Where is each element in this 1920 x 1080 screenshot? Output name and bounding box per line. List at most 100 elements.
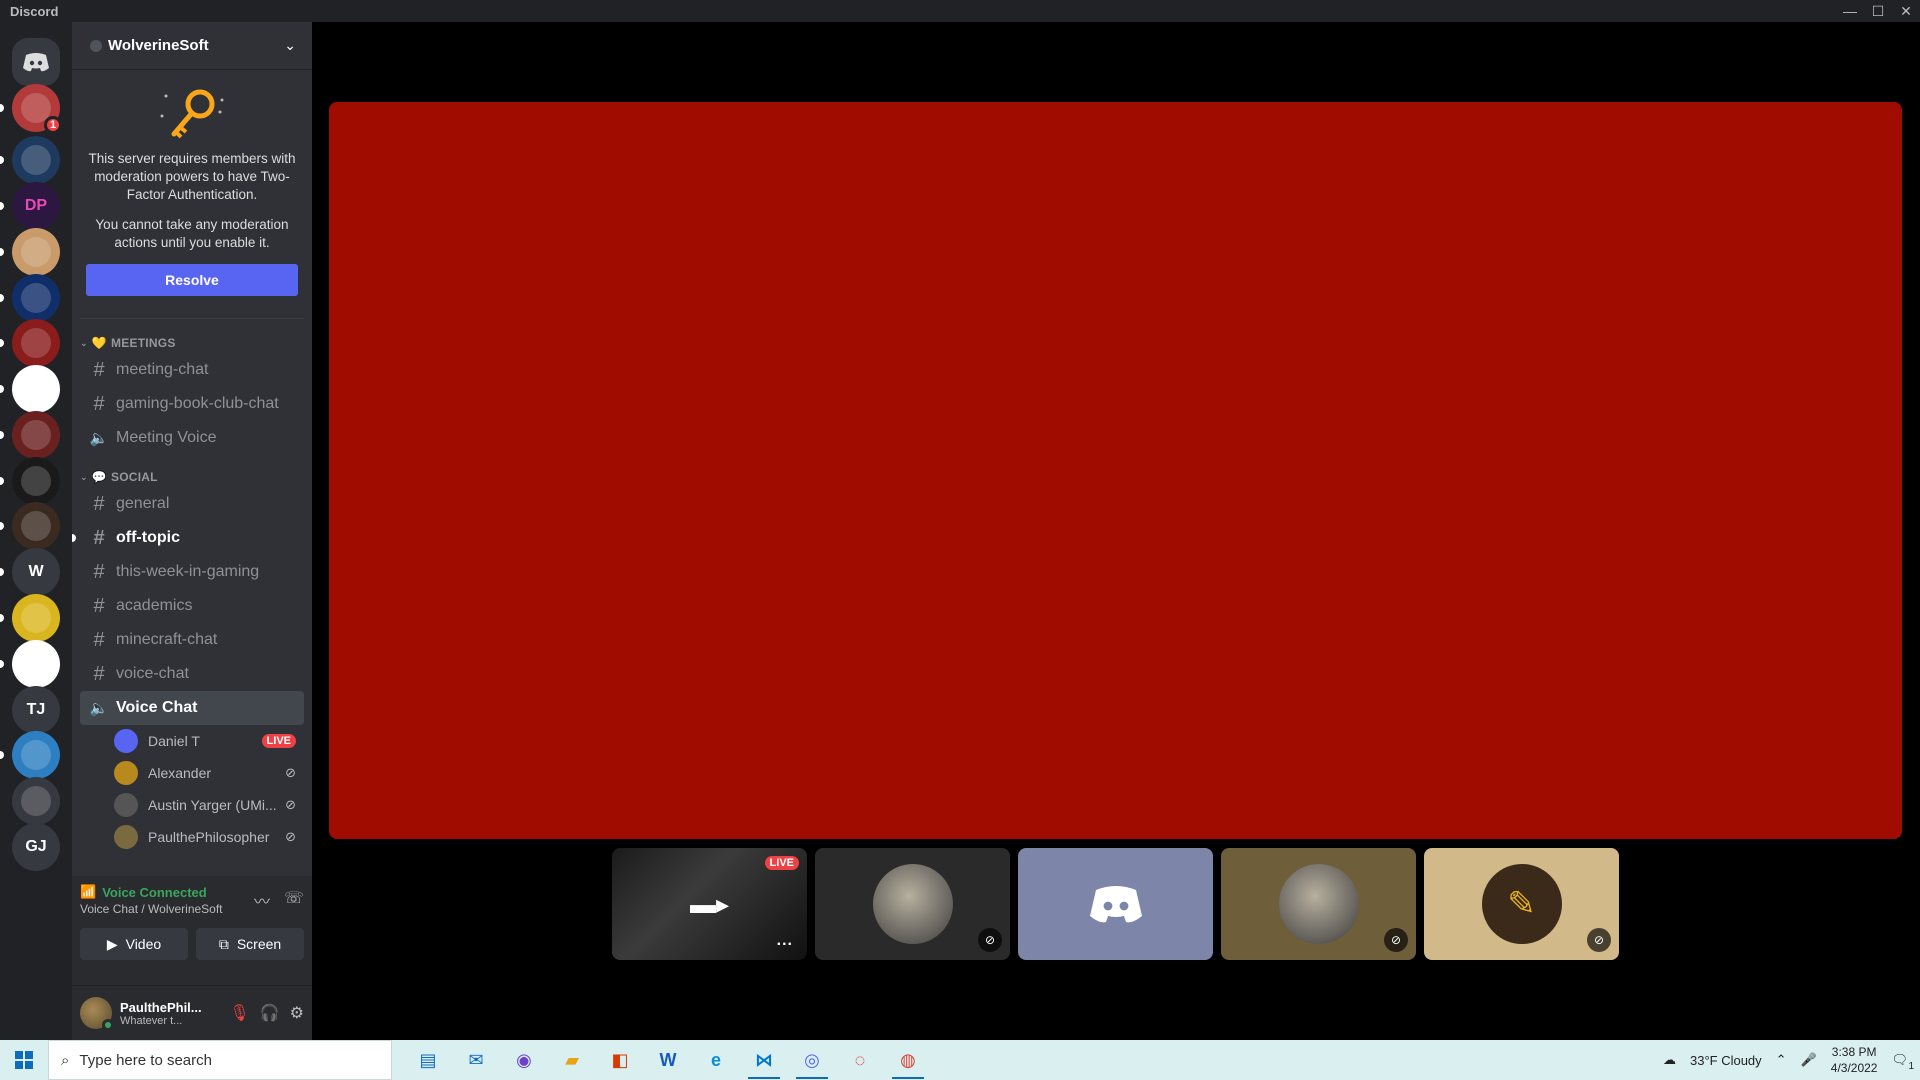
participant-tile-pencil[interactable]: ✎ ⊘ [1424,848,1619,960]
channel-voice-chat[interactable]: # voice-chat [80,657,304,691]
store-icon[interactable]: ▤ [404,1040,452,1080]
voice-stage: ▬▸ LIVE... ⊘ ⊘ ✎ ⊘ [312,22,1920,1040]
more-options-icon[interactable]: ... [777,932,793,950]
windows-start-icon[interactable] [0,1040,48,1080]
participant-tile-user[interactable]: ⊘ [1221,848,1416,960]
voice-user[interactable]: PaulthePhilosopher ⊘ [72,821,312,853]
channel-general[interactable]: # general [80,487,304,521]
server-name-wrap: WolverineSoft [90,37,209,54]
video-label: Video [125,936,162,952]
channel-off-topic[interactable]: # off-topic [72,521,304,555]
github-desktop-icon[interactable]: ◉ [500,1040,548,1080]
maximize-button[interactable]: ☐ [1864,0,1892,22]
hashtag-icon: # [93,662,105,685]
avatar [872,864,953,944]
media-player-icon[interactable]: ◌ [836,1040,884,1080]
unread-indicator [0,614,4,622]
voice-user[interactable]: Daniel T LIVE [72,725,312,757]
minimize-button[interactable]: — [1836,0,1864,22]
disconnect-icon[interactable]: ☏ [284,888,304,912]
avatar [1278,864,1359,944]
server-icon-server-2[interactable] [12,136,60,184]
server-icon-server-9[interactable] [12,457,60,505]
server-icon-server-16[interactable] [12,777,60,825]
server-icon-server-4[interactable] [12,228,60,276]
server-icon-home[interactable] [12,38,60,86]
server-initials: GJ [25,838,47,855]
category-header[interactable]: ⌄ 💬 SOCIAL [72,467,312,487]
voice-location[interactable]: Voice Chat / WolverineSoft [80,902,223,916]
screen-share-button[interactable]: ⧉ Screen [196,928,304,960]
channel-minecraft-chat[interactable]: # minecraft-chat [80,623,304,657]
server-icon-server-5[interactable] [12,274,60,322]
server-icon-server-13[interactable] [12,640,60,688]
settings-gear-icon[interactable]: ⚙ [290,1003,304,1023]
video-camera-icon: ▬▸ [689,888,730,919]
server-icon-server-12[interactable] [12,594,60,642]
chevron-down-icon[interactable]: ⌄ [284,37,296,54]
channel-gaming-book-club-chat[interactable]: # gaming-book-club-chat [80,387,304,421]
windows-taskbar: ⌕ Type here to search ▤ ✉ ◉ ▰ ◧ W e ⋈ ◎ … [0,1040,1920,1080]
server-icon-server-11[interactable]: W [12,548,60,596]
participant-tile-discord[interactable] [1018,848,1213,960]
yin-yang-icon [21,283,51,313]
voice-user[interactable]: Austin Yarger (UMi... ⊘ [72,789,312,821]
user-panel: PaulthePhil... Whatever t... 🎙 🎧 ⚙ [72,986,312,1040]
edge-icon[interactable]: e [692,1040,740,1080]
server-icon-server-15[interactable] [12,731,60,779]
noise-suppression-icon[interactable]: 〰 [254,888,270,912]
category-emoji: 💛 [91,336,107,350]
notifications-icon[interactable]: 🗨 1 [1891,1052,1914,1072]
channel-this-week-in-gaming[interactable]: # this-week-in-gaming [80,555,304,589]
server-icon-server-6[interactable] [12,319,60,367]
discord-taskbar-icon[interactable]: ◎ [788,1040,836,1080]
avatar [114,761,138,785]
unread-indicator [0,202,4,210]
voice-status[interactable]: 📶 Voice Connected [80,884,223,900]
voice-user[interactable]: Alexander ⊘ [72,757,312,789]
server-icon-server-10[interactable] [12,502,60,550]
mute-microphone-icon[interactable]: 🎙 [229,1003,249,1023]
user-info[interactable]: PaulthePhil... Whatever t... [120,1000,229,1027]
chevron-up-icon[interactable]: ⌃ [1776,1052,1787,1068]
hashtag-icon: # [93,594,105,617]
weather-text[interactable]: 33°F Cloudy [1690,1053,1762,1068]
microphone-icon[interactable]: 🎤 [1801,1052,1817,1068]
mail-icon[interactable]: ✉ [452,1040,500,1080]
close-window-button[interactable]: ✕ [1892,0,1920,22]
category-header[interactable]: ⌄ 💛 MEETINGS [72,333,312,353]
live-badge: LIVE [764,856,799,870]
resolve-button[interactable]: Resolve [86,264,298,296]
tfa-warning: You cannot take any moderation actions u… [95,217,289,250]
clock-time: 3:38 PM [1831,1045,1877,1059]
bird-icon [21,145,51,175]
server-icon-server-7[interactable] [12,365,60,413]
video-button[interactable]: ▶ Video [80,928,188,960]
server-icon-server-3[interactable]: DP [12,182,60,230]
server-icon-server-14[interactable]: TJ [12,686,60,734]
vscode-icon[interactable]: ⋈ [740,1040,788,1080]
participant-tile-stream[interactable]: ▬▸ LIVE... [612,848,807,960]
clock[interactable]: 3:38 PM 4/3/2022 [1831,1044,1878,1076]
channel-academics[interactable]: # academics [80,589,304,623]
app-title: Discord [10,3,59,19]
search-icon: ⌕ [61,1051,70,1069]
participant-tile-user[interactable]: ⊘ [815,848,1010,960]
channel-name: this-week-in-gaming [116,563,260,580]
office-icon[interactable]: ◧ [596,1040,644,1080]
channel-voice-chat[interactable]: 🔈 Voice Chat [80,691,304,725]
live-badge: LIVE [261,734,296,748]
headphones-icon[interactable]: 🎧 [260,1003,280,1023]
chrome-icon[interactable]: ◍ [884,1040,932,1080]
avatar[interactable] [80,997,114,1031]
taskbar-search-input[interactable]: ⌕ Type here to search [48,1040,392,1080]
focused-stream[interactable] [329,102,1902,839]
server-header[interactable]: WolverineSoft ⌄ [72,22,312,70]
word-icon[interactable]: W [644,1040,692,1080]
face-icon [21,420,51,450]
channel-meeting-chat[interactable]: # meeting-chat [80,353,304,387]
server-icon-server-17[interactable]: GJ [12,823,60,871]
server-icon-server-8[interactable] [12,411,60,459]
channel-meeting-voice[interactable]: 🔈 Meeting Voice [80,421,304,455]
file-explorer-icon[interactable]: ▰ [548,1040,596,1080]
